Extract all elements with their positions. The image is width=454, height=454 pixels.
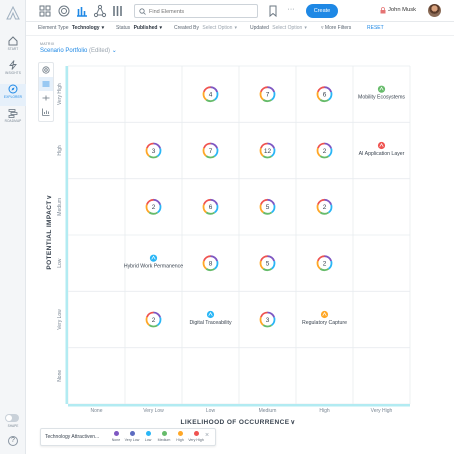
element-marker[interactable]: Regulatory Capture bbox=[302, 310, 347, 326]
legend: Technology Attractiven... None Very Low Lo… bbox=[40, 428, 216, 446]
cluster-count: 7 bbox=[209, 148, 213, 155]
chevron-down-icon[interactable]: ∨ bbox=[46, 194, 53, 199]
cluster-count: 6 bbox=[209, 204, 213, 211]
element-label: AI Application Layer bbox=[359, 151, 405, 157]
cluster-bubble[interactable]: 12 bbox=[259, 142, 276, 159]
cluster-count: 2 bbox=[323, 148, 327, 155]
cluster-bubble[interactable]: 3 bbox=[259, 311, 276, 328]
cluster-bubble[interactable]: 6 bbox=[316, 86, 333, 103]
cluster-bubble[interactable]: 7 bbox=[259, 86, 276, 103]
x-axis-title[interactable]: LIKELIHOOD OF OCCURRENCE bbox=[181, 419, 290, 426]
cluster-count: 6 bbox=[323, 91, 327, 98]
y-tick-label: Very Low bbox=[57, 309, 63, 330]
element-marker[interactable]: Digital Traceability bbox=[189, 310, 232, 326]
cluster-count: 7 bbox=[266, 91, 270, 98]
legend-item[interactable]: Very High bbox=[187, 431, 205, 442]
legend-swatch bbox=[129, 431, 135, 436]
cluster-count: 8 bbox=[209, 260, 213, 267]
legend-title: Technology Attractiven... bbox=[45, 434, 100, 440]
cluster-count: 2 bbox=[323, 204, 327, 211]
legend-swatch bbox=[113, 431, 119, 436]
x-tick-label: Very High bbox=[371, 408, 393, 414]
cluster-bubble[interactable]: 5 bbox=[259, 198, 276, 215]
cluster-bubble[interactable]: 2 bbox=[316, 142, 333, 159]
matrix-chart: None Very Low Low Medium High Very High None Ve… bbox=[46, 65, 411, 426]
cluster-count: 5 bbox=[266, 260, 270, 267]
cluster-bubble[interactable]: 2 bbox=[145, 198, 162, 215]
matrix-view-icon[interactable] bbox=[39, 77, 53, 91]
cluster-bubble[interactable]: 5 bbox=[259, 255, 276, 272]
cluster-bubble[interactable]: 4 bbox=[202, 86, 219, 103]
element-label: Digital Traceability bbox=[189, 320, 231, 326]
cluster-bubble[interactable]: 2 bbox=[316, 255, 333, 272]
x-tick-label: Low bbox=[206, 408, 216, 414]
element-dot bbox=[206, 310, 215, 319]
cluster-bubble[interactable]: 8 bbox=[202, 255, 219, 272]
y-tick-label: Medium bbox=[57, 198, 63, 216]
x-tick-label: None bbox=[91, 408, 103, 414]
y-axis-bar bbox=[65, 66, 68, 404]
element-dot bbox=[320, 310, 329, 319]
x-tick-label: Medium bbox=[259, 408, 277, 414]
cluster-count: 3 bbox=[152, 148, 156, 155]
y-axis-title[interactable]: POTENTIAL IMPACT bbox=[46, 200, 53, 269]
element-label: Regulatory Capture bbox=[302, 320, 347, 326]
cluster-bubble[interactable]: 3 bbox=[145, 142, 162, 159]
cluster-count: 3 bbox=[266, 317, 270, 324]
element-dot bbox=[377, 85, 386, 93]
cluster-bubble[interactable]: 7 bbox=[202, 142, 219, 159]
element-marker[interactable]: Hybrid Work Permanence bbox=[124, 254, 183, 270]
legend-swatch bbox=[161, 431, 167, 436]
chevron-down-icon[interactable]: ∨ bbox=[290, 419, 295, 426]
legend-swatch bbox=[193, 431, 199, 436]
y-tick-label: Very High bbox=[57, 83, 63, 105]
element-dot bbox=[377, 141, 386, 150]
chart-view-icon[interactable] bbox=[39, 105, 53, 119]
cluster-count: 12 bbox=[264, 148, 272, 155]
cluster-bubble[interactable]: 6 bbox=[202, 198, 219, 215]
legend-swatch bbox=[145, 431, 151, 436]
close-icon[interactable]: × bbox=[205, 432, 209, 439]
cluster-count: 2 bbox=[152, 204, 156, 211]
element-marker[interactable]: Mobility Ecosystems bbox=[358, 85, 405, 101]
cluster-bubble[interactable]: 2 bbox=[316, 198, 333, 215]
element-dot bbox=[149, 254, 158, 262]
y-tick-label: High bbox=[57, 145, 63, 156]
cluster-count: 4 bbox=[209, 91, 213, 98]
view-toolbar bbox=[38, 62, 54, 122]
x-tick-label: Very Low bbox=[143, 408, 164, 414]
cluster-bubble[interactable]: 2 bbox=[145, 311, 162, 328]
element-label: Hybrid Work Permanence bbox=[124, 264, 183, 270]
cluster-count: 2 bbox=[152, 317, 156, 324]
x-axis-bar bbox=[68, 404, 410, 407]
y-tick-label: Low bbox=[57, 258, 63, 268]
y-tick-label: None bbox=[57, 370, 63, 382]
x-tick-label: High bbox=[319, 408, 330, 414]
cluster-count: 5 bbox=[266, 204, 270, 211]
element-label: Mobility Ecosystems bbox=[358, 95, 405, 101]
bubble-view-icon[interactable] bbox=[39, 63, 53, 77]
cluster-count: 2 bbox=[323, 260, 327, 267]
legend-swatch bbox=[177, 431, 183, 436]
timeline-view-icon[interactable] bbox=[39, 91, 53, 105]
legend-label: Very High bbox=[188, 438, 204, 442]
element-marker[interactable]: AI Application Layer bbox=[359, 141, 405, 157]
